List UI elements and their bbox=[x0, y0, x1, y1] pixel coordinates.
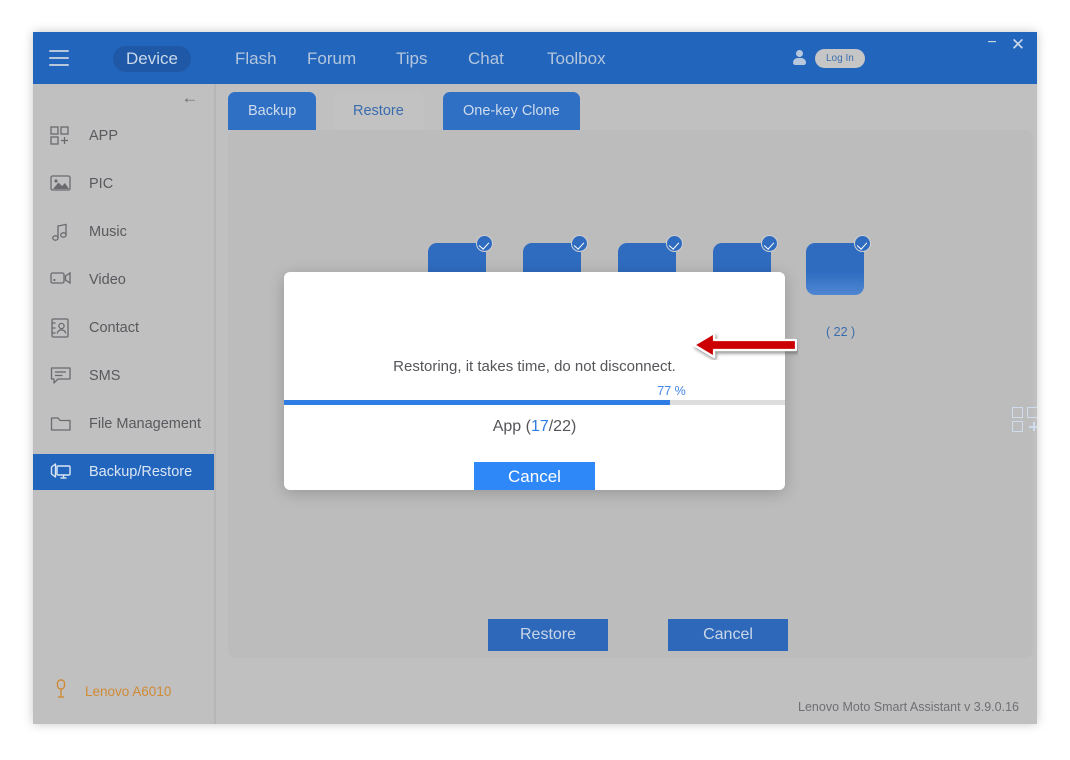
stage-current: 17 bbox=[530, 418, 549, 435]
tab-one-key-clone[interactable]: One-key Clone bbox=[443, 92, 580, 130]
category-checked-icon[interactable] bbox=[666, 235, 683, 252]
sidebar-item-label: PIC bbox=[89, 176, 114, 192]
close-button[interactable]: ✕ bbox=[1009, 36, 1027, 54]
stage-suffix: /22) bbox=[548, 418, 577, 435]
nav-item-tips[interactable]: Tips bbox=[383, 46, 441, 72]
backup-restore-icon bbox=[50, 462, 72, 482]
tab-backup[interactable]: Backup bbox=[228, 92, 317, 130]
category-count-label: ( 22 ) bbox=[826, 325, 856, 339]
sidebar-item-label: Video bbox=[89, 272, 126, 288]
progress-bar-fill bbox=[284, 400, 670, 405]
category-checked-icon[interactable] bbox=[854, 235, 871, 252]
tab-restore[interactable]: Restore bbox=[333, 92, 424, 130]
music-note-icon bbox=[50, 222, 72, 242]
video-camera-icon bbox=[50, 270, 72, 290]
category-checked-icon[interactable] bbox=[761, 235, 778, 252]
hamburger-menu-icon[interactable] bbox=[49, 50, 69, 66]
folder-icon bbox=[50, 414, 72, 434]
cancel-button[interactable]: Cancel bbox=[668, 619, 788, 651]
restore-progress-dialog: Restoring, it takes time, do not disconn… bbox=[284, 272, 785, 490]
contact-card-icon bbox=[50, 318, 72, 338]
sidebar-item-label: SMS bbox=[89, 368, 121, 384]
dialog-message-text: Restoring, it takes time, do not disconn… bbox=[393, 358, 676, 375]
minimize-button[interactable]: − bbox=[983, 35, 1001, 56]
picture-icon bbox=[50, 174, 72, 194]
sidebar-item-pic[interactable]: PIC bbox=[33, 166, 214, 202]
sidebar-collapse-button[interactable]: ← bbox=[180, 88, 200, 108]
sidebar: ← APP PIC Music Video Contact SMS File Managem… bbox=[33, 84, 214, 724]
nav-item-flash[interactable]: Flash bbox=[222, 46, 290, 72]
progress-bar-track bbox=[284, 400, 785, 405]
app-grid-icon bbox=[1012, 407, 1037, 433]
dialog-cancel-button[interactable]: Cancel bbox=[474, 462, 595, 490]
application-window: Device Flash Forum Tips Chat Toolbox Log In −… bbox=[33, 32, 1037, 724]
sidebar-item-label: Backup/Restore bbox=[89, 464, 193, 480]
nav-item-forum[interactable]: Forum bbox=[294, 46, 369, 72]
sidebar-item-video[interactable]: Video bbox=[33, 262, 214, 298]
nav-item-toolbox[interactable]: Toolbox bbox=[534, 46, 619, 72]
sidebar-item-label: APP bbox=[89, 128, 119, 144]
connected-device-row[interactable]: Lenovo A6010 bbox=[33, 676, 214, 706]
progress-percent-label: 77 % bbox=[657, 384, 686, 398]
category-checked-icon[interactable] bbox=[476, 235, 493, 252]
sidebar-item-label: Music bbox=[89, 224, 127, 240]
avatar-head bbox=[796, 50, 803, 57]
version-label: Lenovo Moto Smart Assistant v 3.9.0.16 bbox=[798, 700, 1019, 714]
message-lines-icon bbox=[50, 366, 72, 386]
title-bar: Device Flash Forum Tips Chat Toolbox Log In −… bbox=[33, 32, 1037, 84]
sidebar-item-sms[interactable]: SMS bbox=[33, 358, 214, 394]
nav-item-chat[interactable]: Chat bbox=[455, 46, 517, 72]
category-card[interactable] bbox=[806, 243, 864, 295]
sidebar-item-music[interactable]: Music bbox=[33, 214, 214, 250]
app-grid-icon bbox=[50, 126, 72, 146]
avatar-body bbox=[793, 58, 806, 65]
sidebar-item-label: File Management bbox=[89, 416, 202, 432]
nav-item-device[interactable]: Device bbox=[113, 46, 191, 72]
sidebar-item-file-management[interactable]: File Management bbox=[33, 406, 214, 442]
progress-stage-label: App (17/22) bbox=[284, 418, 785, 436]
user-avatar-icon[interactable] bbox=[793, 50, 806, 66]
connected-device-name: Lenovo A6010 bbox=[85, 683, 172, 699]
usb-plug-icon bbox=[54, 678, 68, 704]
sidebar-item-label: Contact bbox=[89, 320, 139, 336]
category-checked-icon[interactable] bbox=[571, 235, 588, 252]
restore-button[interactable]: Restore bbox=[488, 619, 608, 651]
stage-prefix: App ( bbox=[492, 418, 531, 435]
sidebar-item-app[interactable]: APP bbox=[33, 118, 214, 154]
sidebar-item-contact[interactable]: Contact bbox=[33, 310, 214, 346]
sidebar-item-backup-restore[interactable]: Backup/Restore bbox=[33, 454, 214, 490]
login-button[interactable]: Log In bbox=[815, 49, 865, 68]
